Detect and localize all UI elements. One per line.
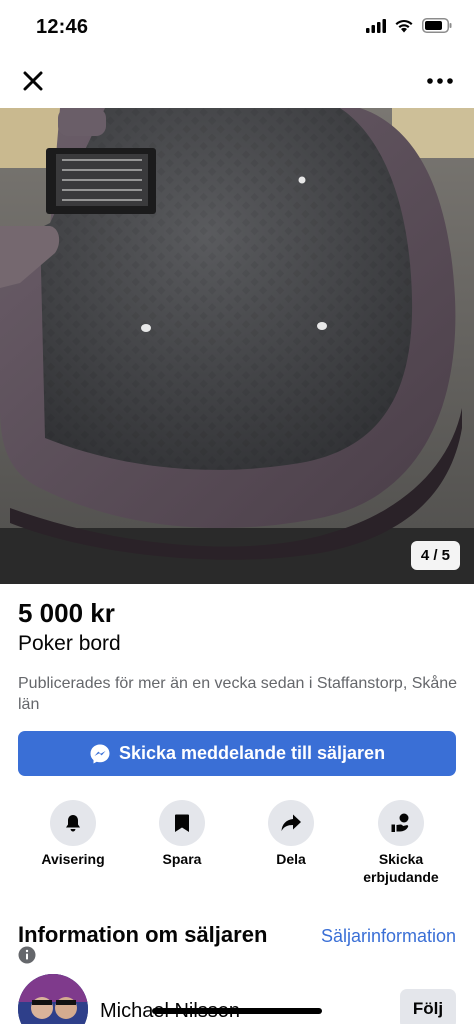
action-row: Avisering Spara Dela Skicka erbjudande	[0, 800, 474, 900]
status-time: 12:46	[36, 16, 89, 38]
close-icon	[23, 71, 43, 91]
follow-button[interactable]: Följ	[400, 989, 456, 1024]
home-indicator	[152, 1008, 322, 1014]
message-seller-label: Skicka meddelande till säljaren	[118, 743, 386, 763]
seller-avatar-image	[18, 974, 88, 1024]
share-label: Dela	[276, 851, 306, 867]
seller-section-heading: Information om säljaren	[18, 922, 268, 947]
make-offer-action[interactable]: Skicka erbjudande	[346, 800, 456, 886]
listing-photo[interactable]: 4 / 5	[0, 108, 474, 584]
messenger-icon	[90, 744, 110, 763]
listing-title: Poker bord	[18, 632, 121, 655]
more-options-button[interactable]	[422, 66, 458, 96]
make-offer-button[interactable]	[378, 800, 424, 846]
listing-meta: Publicerades för mer än en vecka sedan i…	[18, 675, 458, 713]
make-offer-label: Skicka erbjudande	[363, 851, 439, 885]
offer-icon	[391, 813, 409, 832]
share-button[interactable]	[268, 800, 314, 846]
battery-icon	[422, 18, 452, 33]
bell-icon	[66, 815, 80, 832]
wifi-icon	[395, 19, 413, 33]
close-button[interactable]	[18, 66, 48, 96]
share-icon	[281, 814, 301, 831]
cellular-signal-icon	[366, 18, 386, 33]
more-icon	[427, 78, 453, 84]
save-label: Spara	[162, 851, 202, 867]
photo-counter: 4 / 5	[410, 541, 460, 570]
poker-table-image	[0, 108, 474, 584]
notify-action[interactable]: Avisering	[18, 800, 128, 868]
listing-price: 5 000 kr	[18, 598, 115, 628]
seller-info-link[interactable]: Säljarinformation	[321, 926, 456, 947]
info-icon[interactable]	[18, 946, 36, 964]
notify-button[interactable]	[50, 800, 96, 846]
status-bar: 12:46	[0, 0, 474, 56]
status-icons	[366, 18, 452, 33]
save-button[interactable]	[159, 800, 205, 846]
message-seller-button[interactable]: Skicka meddelande till säljaren	[18, 731, 456, 776]
top-nav	[0, 56, 474, 108]
notify-label: Avisering	[41, 851, 105, 867]
seller-avatar[interactable]	[18, 974, 88, 1024]
share-action[interactable]: Dela	[236, 800, 346, 868]
save-action[interactable]: Spara	[127, 800, 237, 868]
bookmark-icon	[175, 814, 189, 832]
